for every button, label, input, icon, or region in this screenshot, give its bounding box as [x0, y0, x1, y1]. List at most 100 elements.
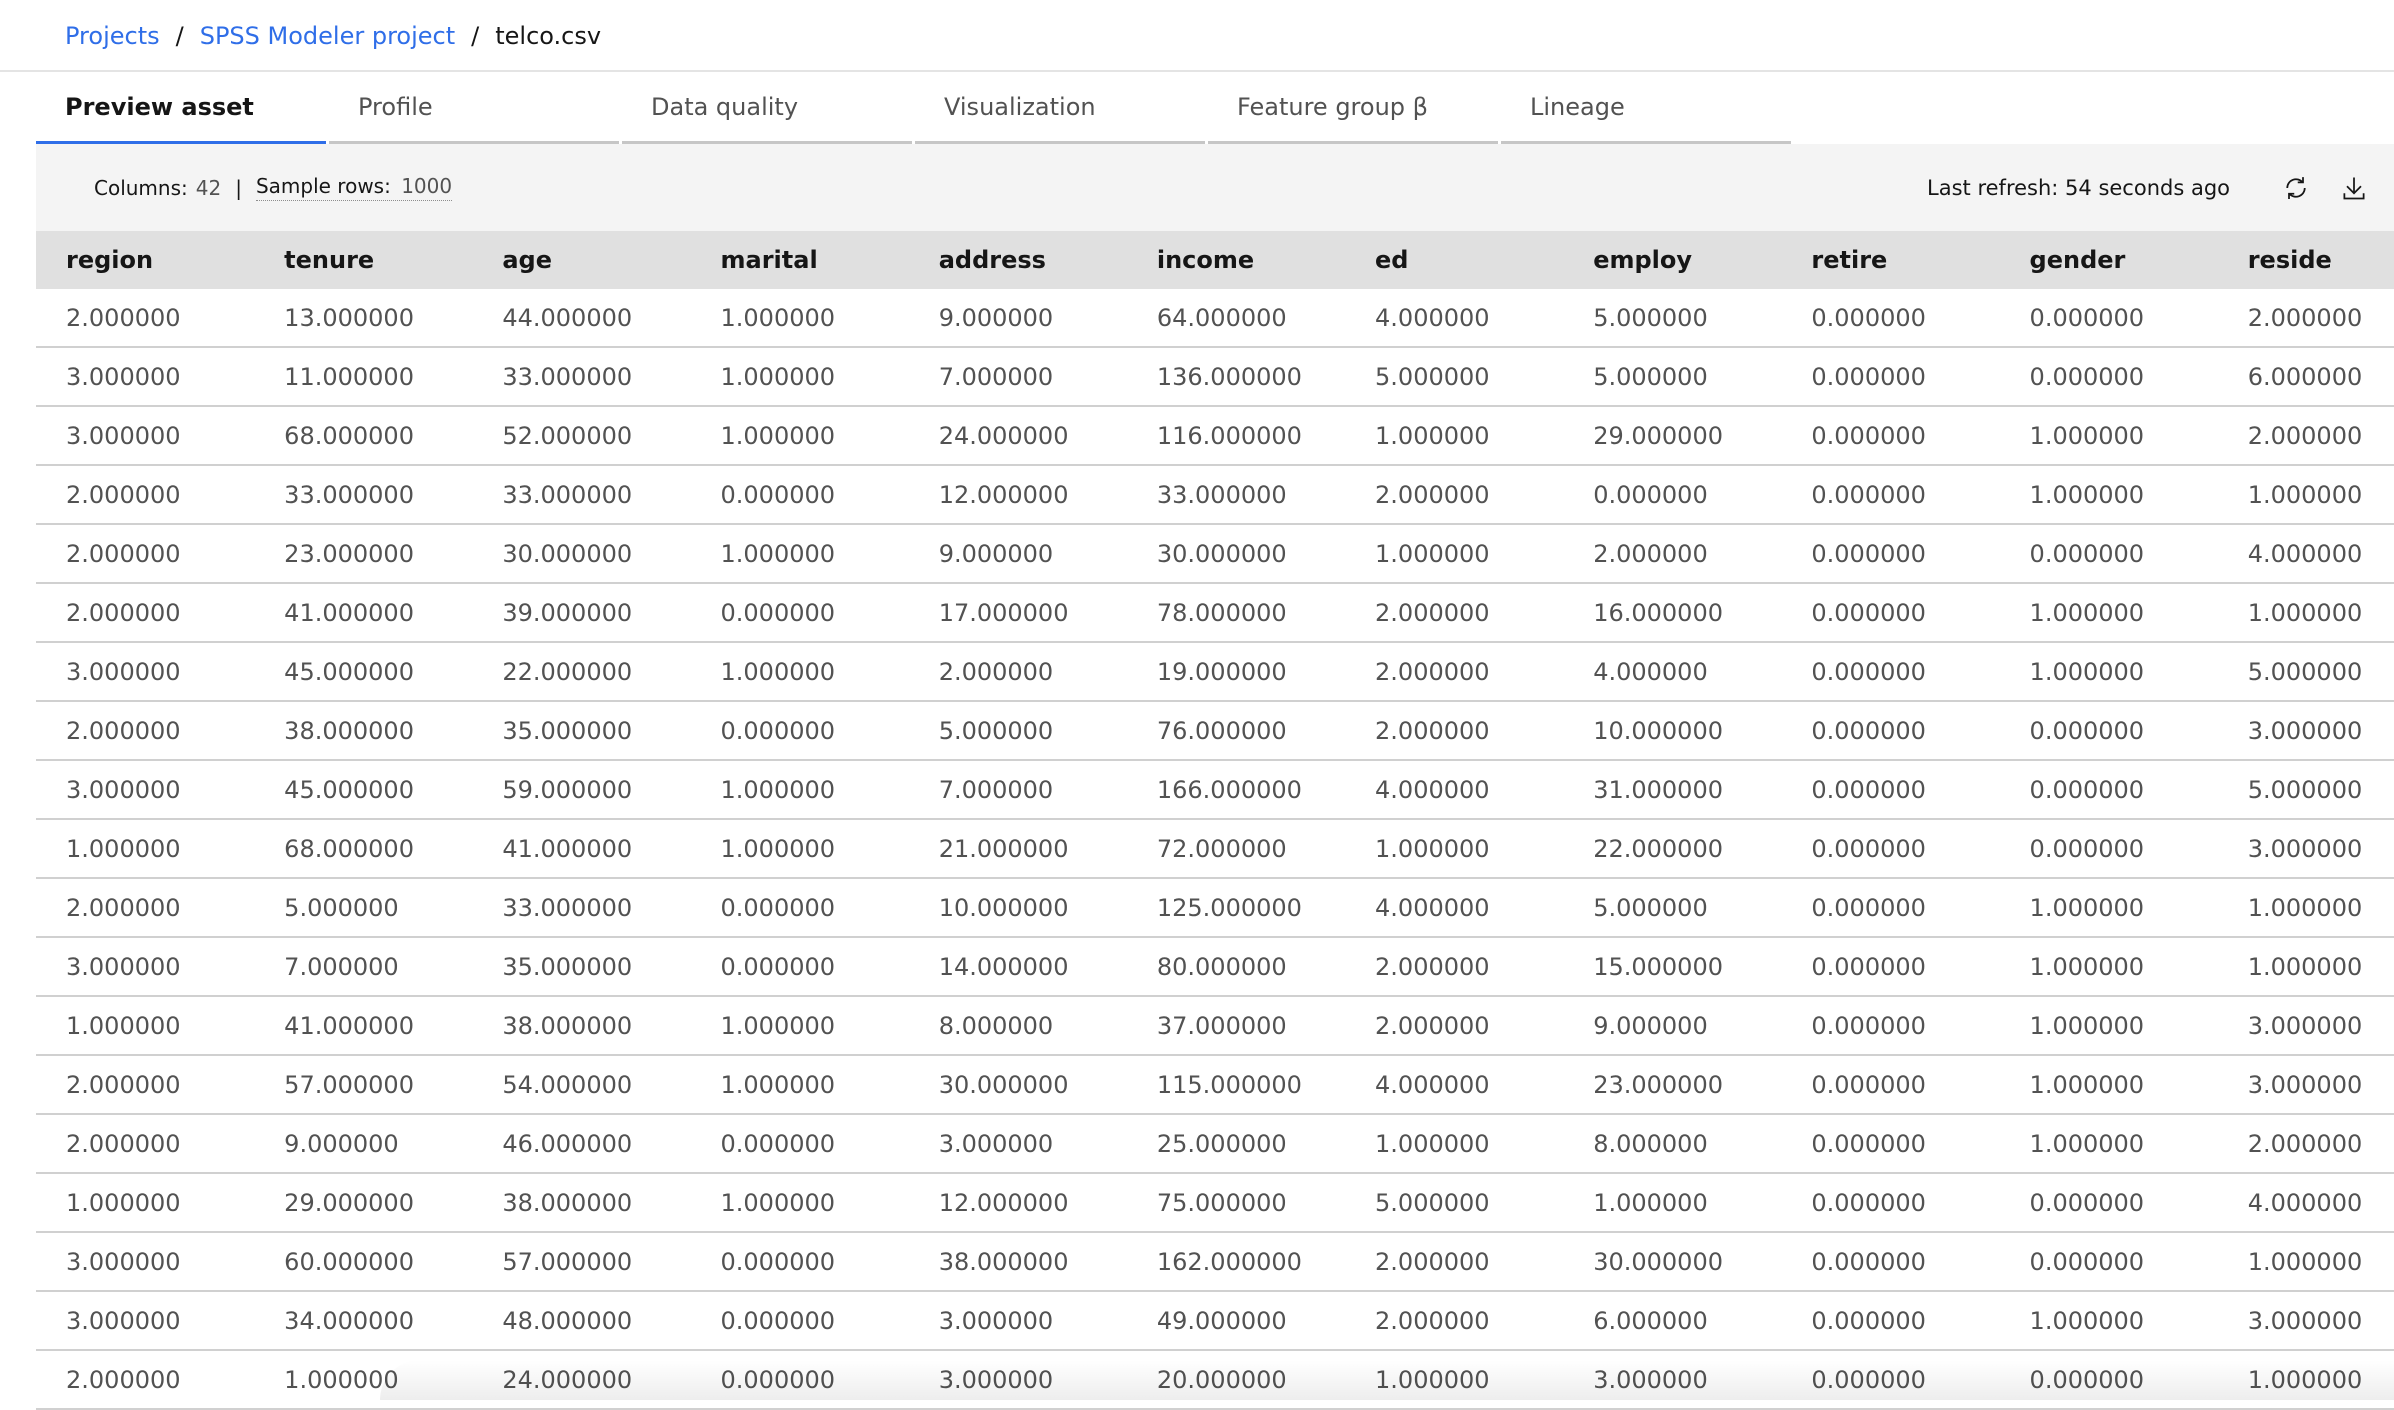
- table-cell-address: 3.000000: [908, 1350, 1127, 1410]
- tab-profile[interactable]: Profile: [329, 72, 619, 144]
- table-cell-ed: 2.000000: [1345, 1232, 1564, 1292]
- table-cell-region: 2.000000: [36, 1055, 255, 1115]
- table-body: 2.000000 13.000000 44.000000 1.000000 9.0000…: [36, 289, 2394, 1410]
- table-cell-age: 35.000000: [472, 701, 691, 761]
- column-header-region[interactable]: region: [36, 231, 255, 289]
- table-cell-income: 49.000000: [1126, 1291, 1346, 1351]
- column-header-gender[interactable]: gender: [1999, 231, 2218, 289]
- preview-panel: Columns: 42 | Sample rows: 1000 Last ref…: [36, 144, 2394, 1410]
- table-row: 2.000000 41.000000 39.000000 0.000000 17.000…: [36, 583, 2394, 643]
- table-cell-income: 80.000000: [1126, 937, 1346, 997]
- table-row: 2.000000 38.000000 35.000000 0.000000 5.0000…: [36, 701, 2394, 761]
- table-cell-income: 72.000000: [1126, 819, 1346, 879]
- table-cell-marital: 0.000000: [690, 1114, 909, 1174]
- table-cell-reside: 2.000000: [2217, 289, 2394, 348]
- table-cell-age: 48.000000: [472, 1291, 691, 1351]
- column-header-employ[interactable]: employ: [1563, 231, 1782, 289]
- table-cell-reside: 1.000000: [2217, 937, 2394, 997]
- table-cell-address: 12.000000: [908, 1173, 1127, 1233]
- table-cell-gender: 0.000000: [1999, 347, 2218, 407]
- sample-rows-tooltip-trigger[interactable]: Sample rows: 1000: [255, 174, 453, 201]
- table-cell-age: 22.000000: [472, 642, 691, 702]
- tab-feature-group[interactable]: Feature group β: [1208, 72, 1498, 144]
- table-cell-region: 2.000000: [36, 524, 255, 584]
- column-header-tenure[interactable]: tenure: [254, 231, 473, 289]
- table-cell-reside: 5.000000: [2217, 760, 2394, 820]
- table-cell-gender: 1.000000: [1999, 1114, 2218, 1174]
- table-cell-tenure: 68.000000: [254, 406, 473, 466]
- table-cell-marital: 1.000000: [690, 406, 909, 466]
- table-cell-reside: 3.000000: [2217, 996, 2394, 1056]
- table-cell-address: 3.000000: [908, 1114, 1127, 1174]
- table-cell-gender: 0.000000: [1999, 289, 2218, 348]
- table-cell-marital: 1.000000: [690, 524, 909, 584]
- table-cell-retire: 0.000000: [1781, 289, 2000, 348]
- column-header-reside[interactable]: reside: [2217, 231, 2394, 289]
- tab-preview-asset[interactable]: Preview asset: [36, 72, 326, 144]
- column-header-retire[interactable]: retire: [1781, 231, 2000, 289]
- table-cell-marital: 0.000000: [690, 701, 909, 761]
- data-preview-table: region tenure age marital address income ed emp…: [36, 231, 2394, 1410]
- table-cell-age: 30.000000: [472, 524, 691, 584]
- table-cell-tenure: 38.000000: [254, 701, 473, 761]
- table-cell-address: 5.000000: [908, 701, 1127, 761]
- table-cell-marital: 1.000000: [690, 347, 909, 407]
- table-cell-income: 37.000000: [1126, 996, 1346, 1056]
- table-cell-tenure: 41.000000: [254, 996, 473, 1056]
- refresh-button[interactable]: [2276, 168, 2316, 208]
- table-row: 2.000000 1.000000 24.000000 0.000000 3.00000…: [36, 1350, 2394, 1410]
- tab-lineage[interactable]: Lineage: [1501, 72, 1791, 144]
- table-cell-gender: 1.000000: [1999, 583, 2218, 643]
- tab-list: Preview asset Profile Data quality Visua…: [36, 72, 1794, 144]
- table-cell-retire: 0.000000: [1781, 1173, 2000, 1233]
- table-cell-region: 2.000000: [36, 1114, 255, 1174]
- table-cell-ed: 4.000000: [1345, 1055, 1564, 1115]
- table-cell-age: 38.000000: [472, 996, 691, 1056]
- table-cell-employ: 23.000000: [1563, 1055, 1782, 1115]
- column-header-age[interactable]: age: [472, 231, 691, 289]
- column-header-marital[interactable]: marital: [690, 231, 909, 289]
- table-cell-income: 25.000000: [1126, 1114, 1346, 1174]
- column-header-income[interactable]: income: [1126, 231, 1346, 289]
- table-cell-retire: 0.000000: [1781, 583, 2000, 643]
- table-cell-reside: 1.000000: [2217, 1232, 2394, 1292]
- table-cell-tenure: 60.000000: [254, 1232, 473, 1292]
- table-cell-employ: 4.000000: [1563, 642, 1782, 702]
- tab-visualization[interactable]: Visualization: [915, 72, 1205, 144]
- table-cell-marital: 1.000000: [690, 289, 909, 348]
- table-cell-gender: 0.000000: [1999, 701, 2218, 761]
- table-cell-age: 38.000000: [472, 1173, 691, 1233]
- breadcrumb-link-projects[interactable]: Projects: [65, 22, 160, 50]
- table-cell-tenure: 45.000000: [254, 642, 473, 702]
- table-row: 1.000000 29.000000 38.000000 1.000000 12.000…: [36, 1173, 2394, 1233]
- table-row: 3.000000 11.000000 33.000000 1.000000 7.0000…: [36, 347, 2394, 407]
- table-cell-gender: 0.000000: [1999, 1350, 2218, 1410]
- table-cell-employ: 1.000000: [1563, 1173, 1782, 1233]
- download-button[interactable]: [2334, 168, 2374, 208]
- table-cell-marital: 0.000000: [690, 937, 909, 997]
- breadcrumb-link-project[interactable]: SPSS Modeler project: [200, 22, 455, 50]
- table-cell-employ: 5.000000: [1563, 289, 1782, 348]
- column-header-ed[interactable]: ed: [1345, 231, 1564, 289]
- table-cell-ed: 1.000000: [1345, 406, 1564, 466]
- table-cell-reside: 1.000000: [2217, 878, 2394, 938]
- table-cell-tenure: 34.000000: [254, 1291, 473, 1351]
- table-row: 2.000000 5.000000 33.000000 0.000000 10.0000…: [36, 878, 2394, 938]
- table-cell-marital: 1.000000: [690, 996, 909, 1056]
- table-cell-reside: 3.000000: [2217, 1291, 2394, 1351]
- table-cell-region: 2.000000: [36, 465, 255, 525]
- table-cell-reside: 3.000000: [2217, 1055, 2394, 1115]
- table-cell-gender: 1.000000: [1999, 1291, 2218, 1351]
- tab-data-quality[interactable]: Data quality: [622, 72, 912, 144]
- table-cell-reside: 2.000000: [2217, 406, 2394, 466]
- table-cell-address: 2.000000: [908, 642, 1127, 702]
- table-cell-retire: 0.000000: [1781, 819, 2000, 879]
- table-cell-employ: 5.000000: [1563, 878, 1782, 938]
- table-cell-age: 33.000000: [472, 878, 691, 938]
- table-cell-retire: 0.000000: [1781, 406, 2000, 466]
- table-cell-retire: 0.000000: [1781, 1291, 2000, 1351]
- table-cell-region: 3.000000: [36, 642, 255, 702]
- column-header-address[interactable]: address: [908, 231, 1127, 289]
- table-cell-reside: 2.000000: [2217, 1114, 2394, 1174]
- table-cell-age: 54.000000: [472, 1055, 691, 1115]
